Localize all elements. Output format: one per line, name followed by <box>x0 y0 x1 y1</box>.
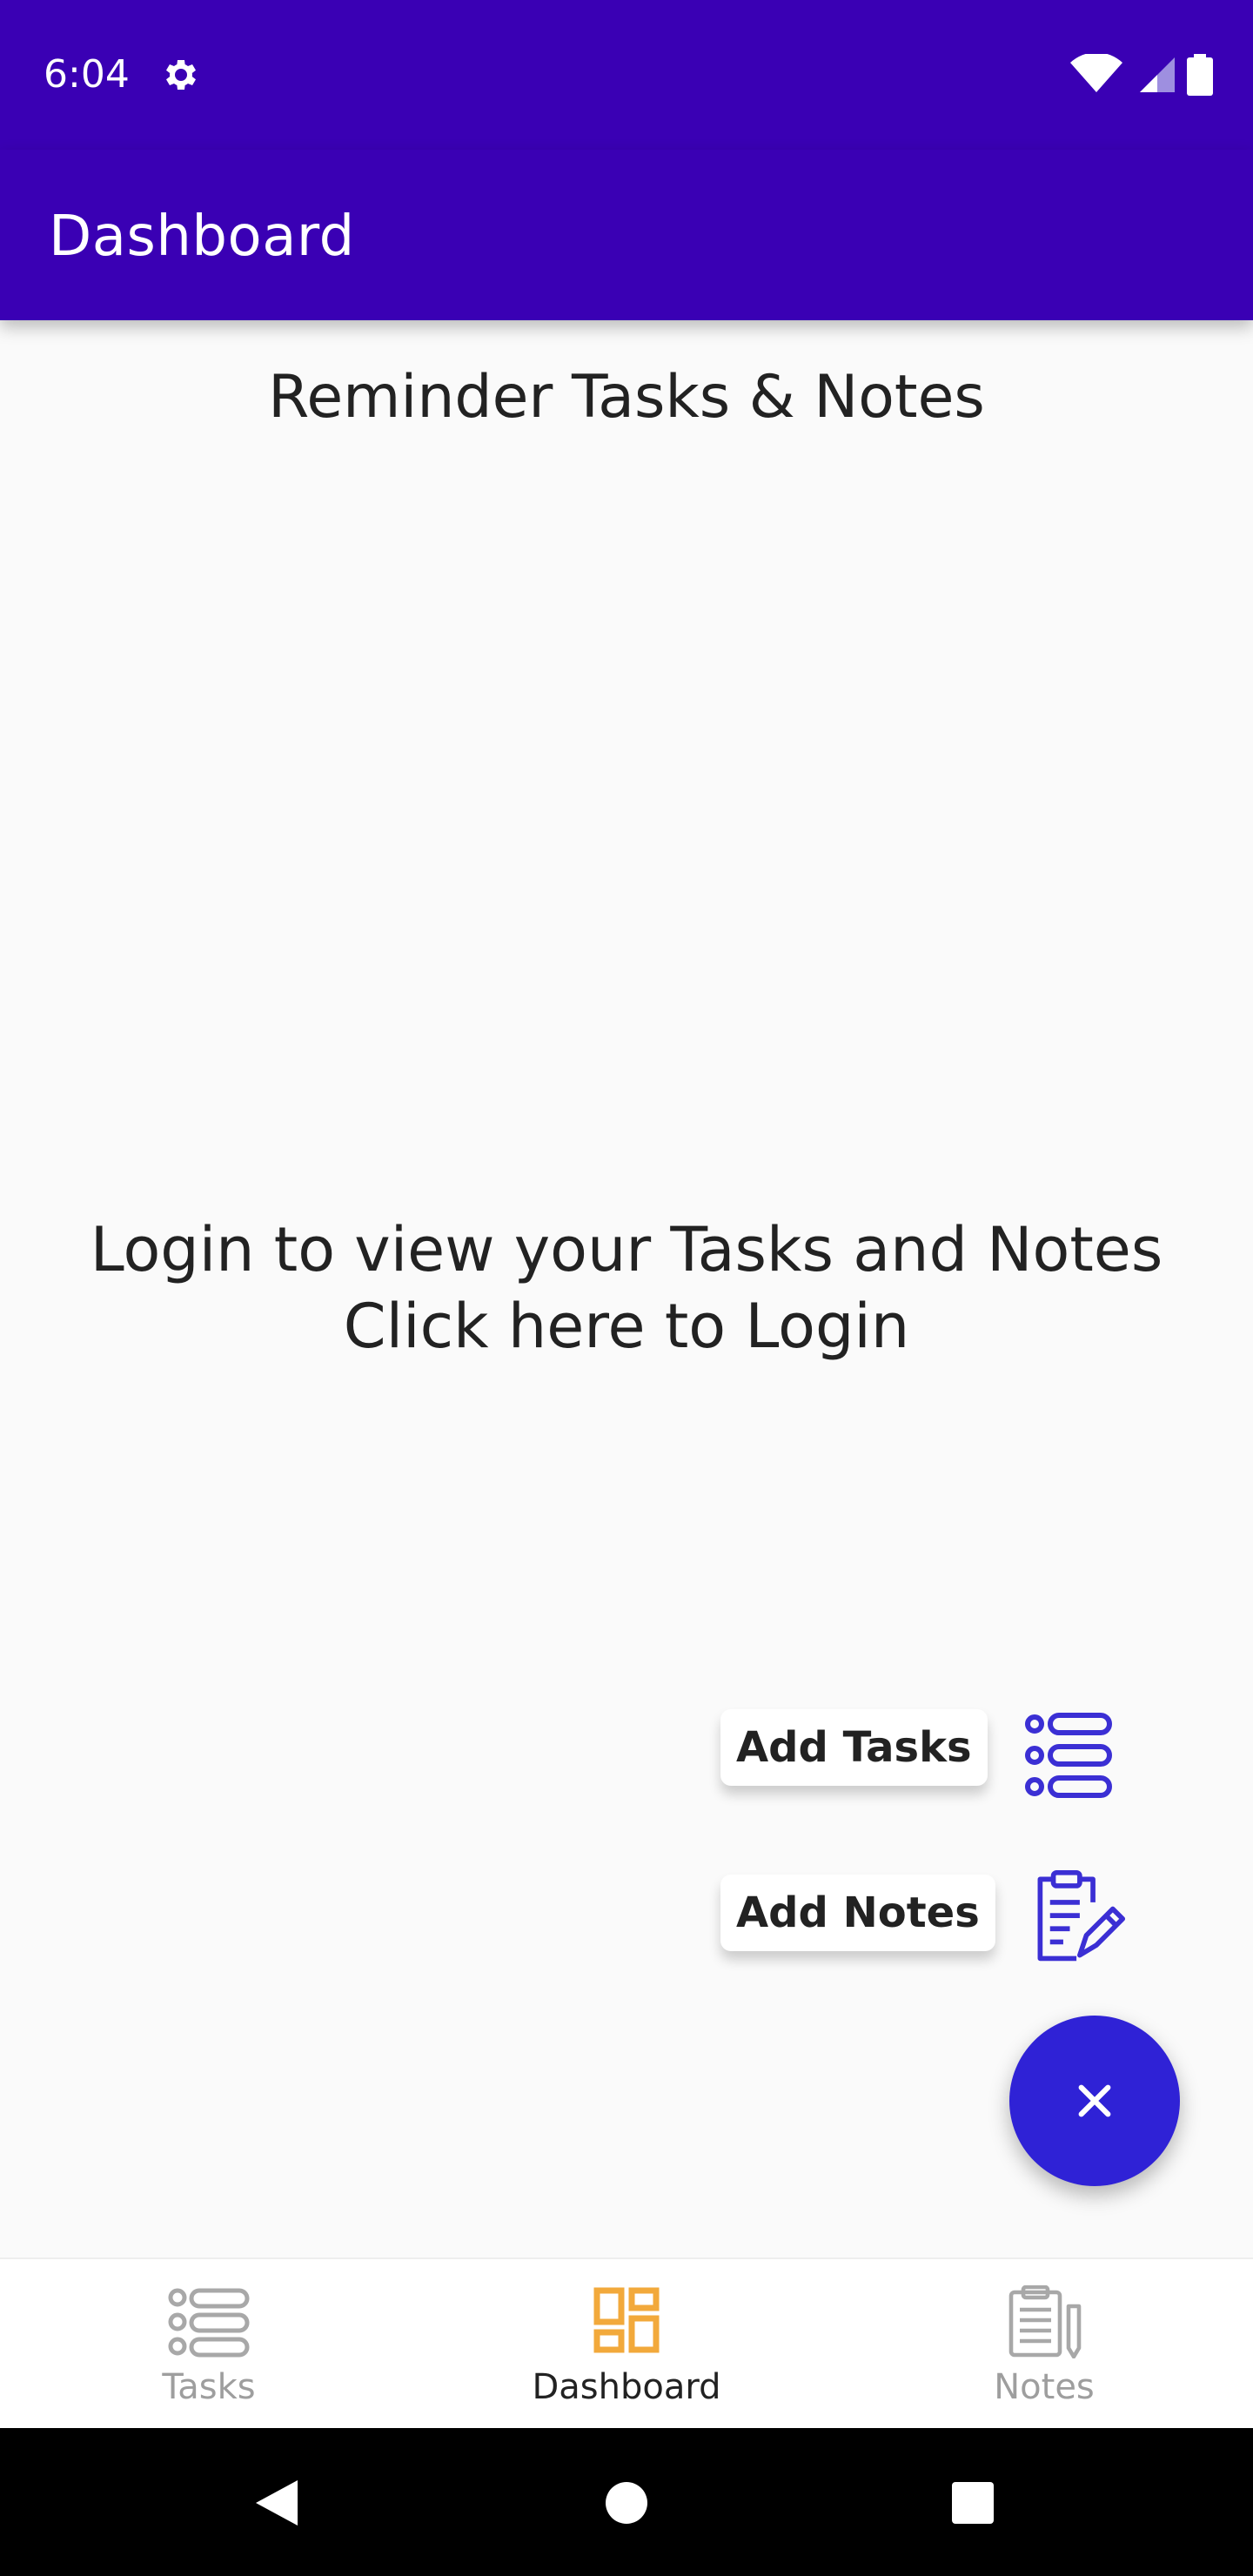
back-icon[interactable] <box>252 2477 301 2529</box>
dashboard-icon <box>593 2287 660 2353</box>
add-notes-button[interactable] <box>1030 1869 1126 1965</box>
settings-gear-icon <box>166 60 196 90</box>
status-bar: 6:04 <box>0 0 1253 150</box>
status-time: 6:04 <box>44 52 130 97</box>
status-icons <box>1070 54 1213 96</box>
add-tasks-button[interactable] <box>1022 1707 1117 1803</box>
system-navigation-bar <box>0 2428 1253 2576</box>
nav-item-notes[interactable]: Notes <box>835 2259 1253 2430</box>
page-title: Dashboard <box>49 205 355 269</box>
login-prompt-text: Login to view your Tasks and Notes <box>90 1214 1163 1285</box>
cell-signal-icon <box>1140 57 1175 92</box>
login-message[interactable]: Login to view your Tasks and Notes Click… <box>0 1211 1253 1365</box>
recents-icon[interactable] <box>950 2480 995 2526</box>
tasks-list-icon <box>1025 1713 1112 1798</box>
section-heading: Reminder Tasks & Notes <box>268 363 985 432</box>
add-tasks-label[interactable]: Add Tasks <box>720 1709 988 1786</box>
add-notes-label[interactable]: Add Notes <box>720 1875 995 1951</box>
nav-label-tasks: Tasks <box>162 2367 256 2407</box>
home-icon[interactable] <box>604 2480 649 2526</box>
app-bar: Dashboard <box>0 150 1253 320</box>
close-fab-button[interactable] <box>1009 2016 1180 2186</box>
nav-label-dashboard: Dashboard <box>532 2367 721 2407</box>
notes-clipboard-icon <box>1037 1869 1126 1962</box>
nav-item-tasks[interactable]: Tasks <box>0 2259 418 2430</box>
close-icon <box>1078 2084 1111 2117</box>
nav-item-dashboard[interactable]: Dashboard <box>418 2259 835 2430</box>
login-link[interactable]: Click here to Login <box>0 1288 1253 1365</box>
bottom-navigation: Tasks Dashboard Notes <box>0 2257 1253 2430</box>
tasks-list-icon <box>168 2288 250 2358</box>
notes-clipboard-icon <box>1008 2285 1082 2358</box>
nav-label-notes: Notes <box>994 2367 1095 2407</box>
wifi-icon <box>1070 54 1122 92</box>
battery-icon <box>1187 54 1213 96</box>
